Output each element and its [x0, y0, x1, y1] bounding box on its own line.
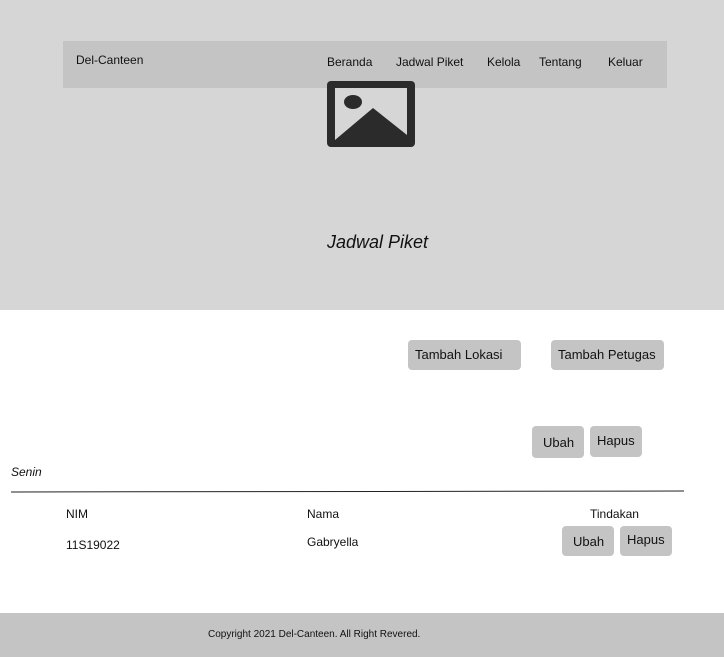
page-title: Jadwal Piket	[327, 232, 429, 252]
image-placeholder-icon	[327, 81, 415, 147]
nav-link-keluar[interactable]: Keluar	[608, 55, 643, 69]
copyright-text: Copyright 2021 Del-Canteen. All Right Re…	[208, 629, 421, 640]
cell-nama: Gabryella	[307, 535, 359, 549]
column-header-tindakan: Tindakan	[590, 507, 639, 521]
add-officer-button[interactable]: Tambah Petugas	[551, 340, 664, 370]
day-label: Senin	[11, 465, 42, 479]
nav-link-tentang[interactable]: Tentang	[539, 55, 582, 69]
footer: Copyright 2021 Del-Canteen. All Right Re…	[0, 613, 724, 657]
brand-logo-text[interactable]: Del-Canteen	[76, 53, 143, 67]
nav-link-jadwal-piket[interactable]: Jadwal Piket	[396, 55, 463, 69]
edit-day-button[interactable]: Ubah	[532, 426, 584, 458]
column-header-nim: NIM	[66, 507, 88, 521]
hero-section: Del-Canteen Beranda Jadwal Piket Kelola …	[0, 0, 724, 310]
cell-nim: 11S19022	[66, 538, 120, 552]
delete-day-button[interactable]: Hapus	[590, 426, 642, 457]
column-header-nama: Nama	[307, 507, 340, 521]
nav-link-kelola[interactable]: Kelola	[487, 55, 520, 69]
divider	[10, 490, 685, 493]
delete-row-button[interactable]: Hapus	[620, 526, 672, 556]
edit-row-button[interactable]: Ubah	[562, 526, 614, 556]
nav-link-beranda[interactable]: Beranda	[327, 55, 372, 69]
add-location-button[interactable]: Tambah Lokasi	[408, 340, 521, 370]
